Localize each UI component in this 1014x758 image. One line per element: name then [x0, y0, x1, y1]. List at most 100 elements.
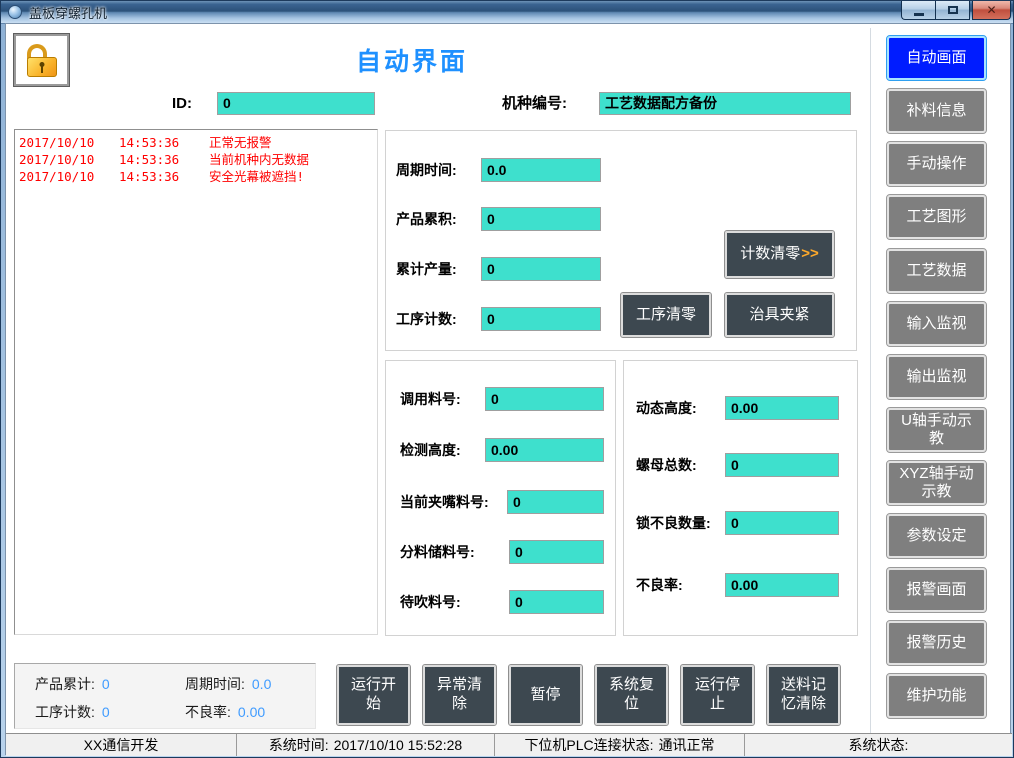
nav-label: 自动画面 — [906, 49, 966, 67]
defect-rate-label: 不良率: — [636, 573, 683, 597]
sidebar-divider — [870, 28, 871, 733]
current-nozzle-field[interactable]: 0 — [507, 490, 604, 514]
titlebar: 盖板穿螺孔机 ✕ — [1, 1, 1013, 23]
model-number-field[interactable]: 工艺数据配方备份 — [599, 92, 851, 115]
summary-pair: 周期时间:0.0 — [185, 674, 271, 694]
minimize-icon — [914, 13, 924, 16]
log-message: 安全光幕被遮挡! — [209, 168, 304, 185]
pause-button[interactable]: 暂停 — [509, 665, 582, 725]
run-start-label: 运行开始 — [347, 676, 400, 714]
nav-refill-info[interactable]: 补料信息 — [887, 89, 986, 133]
counters-panel: 周期时间: 0.0 产品累积: 0 累计产量: 0 工序计数: 0 计数清零>>… — [385, 130, 857, 351]
maximize-icon — [948, 6, 958, 14]
storage-material-label: 分料储料号: — [400, 540, 475, 564]
nav-alarm-screen[interactable]: 报警画面 — [887, 568, 986, 612]
summary-cycle-label: 周期时间: — [185, 676, 245, 692]
process-clear-button[interactable]: 工序清零 — [621, 293, 711, 337]
status-bar: XX通信开发 系统时间:2017/10/10 15:52:28 下位机PLC连接… — [6, 733, 1012, 756]
nut-total-field[interactable]: 0 — [725, 453, 839, 477]
nav-output-monitor[interactable]: 输出监视 — [887, 355, 986, 399]
fixture-clamp-button[interactable]: 治具夹紧 — [725, 293, 834, 337]
system-state-label: 系统状态: — [849, 735, 909, 755]
nav-alarm-history[interactable]: 报警历史 — [887, 621, 986, 665]
error-clear-button[interactable]: 异常清除 — [423, 665, 496, 725]
id-label: ID: — [172, 92, 192, 115]
fixture-clamp-label: 治具夹紧 — [749, 306, 809, 325]
nav-maintenance[interactable]: 维护功能 — [887, 674, 986, 718]
product-accum-label: 产品累积: — [396, 207, 457, 231]
call-material-field[interactable]: 0 — [485, 387, 604, 411]
nav-u-axis-teach[interactable]: U轴手动示教 — [887, 408, 986, 452]
log-message: 正常无报警 — [209, 134, 272, 151]
summary-pair: 产品累计:0 — [35, 674, 110, 694]
nut-total-label: 螺母总数: — [636, 453, 697, 477]
system-reset-label: 系统复位 — [605, 676, 658, 714]
process-clear-label: 工序清零 — [636, 306, 696, 325]
window-controls: ✕ — [901, 1, 1011, 20]
model-number-label: 机种编号: — [502, 92, 567, 115]
defect-rate-field[interactable]: 0.00 — [725, 573, 839, 597]
nav-label: 参数设定 — [906, 527, 966, 545]
log-date: 2017/10/10 — [19, 151, 119, 168]
log-message: 当前机种内无数据 — [209, 151, 309, 168]
cycle-time-field[interactable]: 0.0 — [481, 158, 601, 182]
summary-defect-value: 0.00 — [238, 704, 265, 720]
run-stop-button[interactable]: 运行停止 — [681, 665, 754, 725]
nav-label: 输出监视 — [906, 368, 966, 386]
summary-product-label: 产品累计: — [35, 676, 95, 692]
summary-process-label: 工序计数: — [35, 704, 95, 720]
feed-memory-clear-button[interactable]: 送料记忆清除 — [767, 665, 840, 725]
nav-auto-screen[interactable]: 自动画面 — [887, 36, 986, 80]
pause-label: 暂停 — [530, 686, 560, 705]
product-accum-field[interactable]: 0 — [481, 207, 601, 231]
feed-memory-clear-label: 送料记忆清除 — [775, 676, 832, 714]
app-window: 盖板穿螺孔机 ✕ 自动界面 ID: 0 机种编号: 工艺数据配方备份 2017/… — [0, 0, 1014, 758]
alarm-log-row: 2017/10/10 14:53:36 安全光幕被遮挡! — [19, 168, 377, 185]
id-field[interactable]: 0 — [217, 92, 375, 115]
nav-parameter-setting[interactable]: 参数设定 — [887, 514, 986, 558]
nav-label: XYZ轴手动示教 — [899, 465, 974, 501]
nav-input-monitor[interactable]: 输入监视 — [887, 302, 986, 346]
nav-label: 工艺数据 — [906, 262, 966, 280]
nav-xyz-axis-teach[interactable]: XYZ轴手动示教 — [887, 461, 986, 505]
lock-defect-field[interactable]: 0 — [725, 511, 839, 535]
count-clear-button[interactable]: 计数清零>> — [725, 231, 834, 278]
detect-height-field[interactable]: 0.00 — [485, 438, 604, 462]
summary-defect-label: 不良率: — [185, 704, 231, 720]
nav-process-data[interactable]: 工艺数据 — [887, 249, 986, 293]
developer-text: XX通信开发 — [84, 735, 159, 755]
current-nozzle-label: 当前夹嘴料号: — [400, 490, 489, 514]
lock-button[interactable] — [14, 34, 69, 86]
close-button[interactable]: ✕ — [972, 1, 1011, 20]
storage-material-field[interactable]: 0 — [509, 540, 604, 564]
nav-label: U轴手动示教 — [899, 412, 974, 448]
call-material-label: 调用料号: — [400, 387, 461, 411]
log-time: 14:53:36 — [119, 134, 209, 151]
maximize-button[interactable] — [935, 1, 970, 20]
chevron-right-icon: >> — [801, 245, 819, 264]
nav-label: 工艺图形 — [906, 208, 966, 226]
alarm-log-list[interactable]: 2017/10/10 14:53:36 正常无报警 2017/10/10 14:… — [14, 129, 378, 635]
count-clear-label: 计数清零 — [740, 245, 800, 264]
nav-process-graphic[interactable]: 工艺图形 — [887, 195, 986, 239]
log-date: 2017/10/10 — [19, 168, 119, 185]
dynamic-height-field[interactable]: 0.00 — [725, 396, 839, 420]
log-date: 2017/10/10 — [19, 134, 119, 151]
plc-status-label: 下位机PLC连接状态: — [524, 735, 653, 755]
lock-defect-label: 锁不良数量: — [636, 511, 711, 535]
system-reset-button[interactable]: 系统复位 — [595, 665, 668, 725]
status-plc-connection: 下位机PLC连接状态: 通讯正常 — [495, 734, 745, 756]
minimize-button[interactable] — [901, 1, 935, 20]
nav-label: 补料信息 — [906, 102, 966, 120]
total-output-field[interactable]: 0 — [481, 257, 601, 281]
blow-material-field[interactable]: 0 — [509, 590, 604, 614]
log-time: 14:53:36 — [119, 151, 209, 168]
nav-manual-operation[interactable]: 手动操作 — [887, 142, 986, 186]
status-system-state: 系统状态: — [745, 734, 1012, 756]
run-start-button[interactable]: 运行开始 — [337, 665, 410, 725]
status-system-time: 系统时间:2017/10/10 15:52:28 — [237, 734, 495, 756]
nav-label: 输入监视 — [906, 315, 966, 333]
plc-status-value: 通讯正常 — [659, 735, 715, 755]
window-title: 盖板穿螺孔机 — [29, 3, 107, 22]
process-count-field[interactable]: 0 — [481, 307, 601, 331]
